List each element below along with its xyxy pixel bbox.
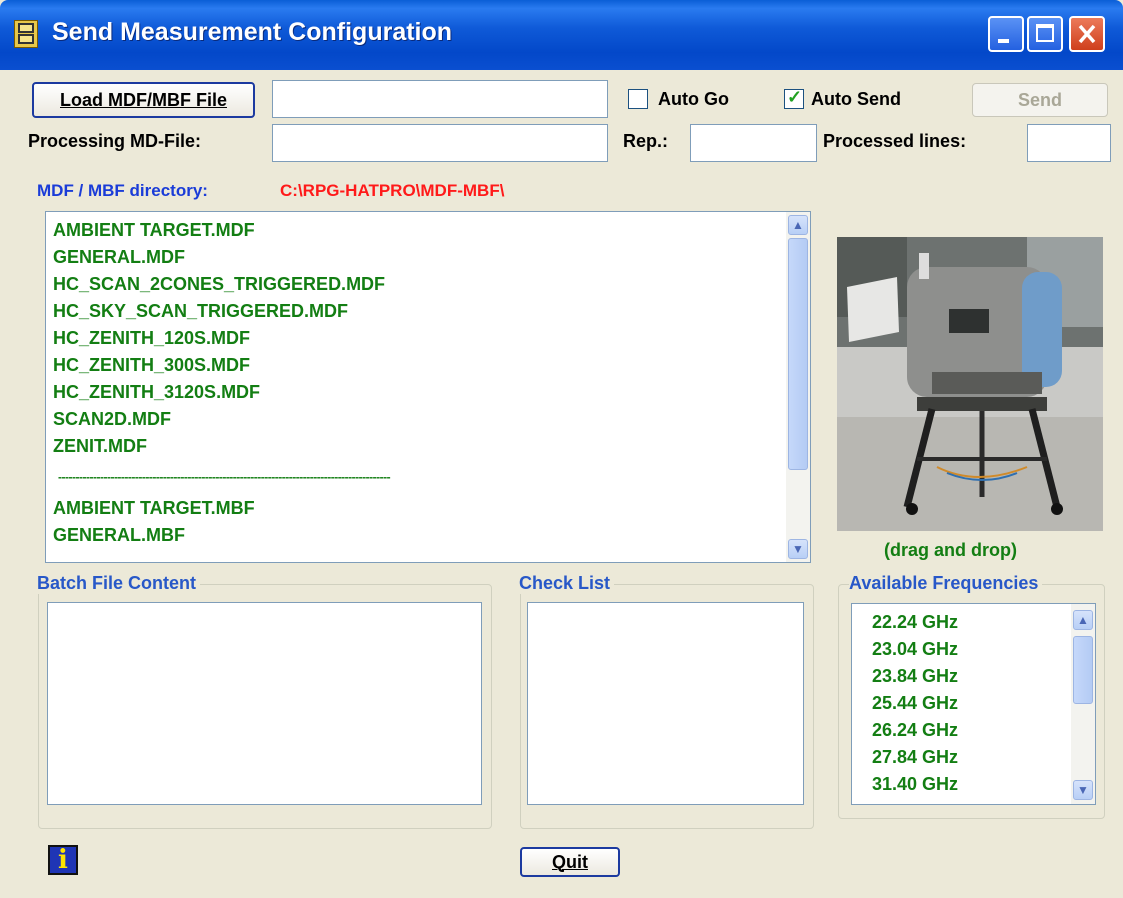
frequencies-title: Available Frequencies [849, 573, 1043, 594]
maximize-button[interactable] [1027, 16, 1063, 52]
rpg-logo-icon[interactable] [14, 20, 38, 48]
batch-file-content[interactable] [47, 602, 482, 805]
list-item[interactable]: AMBIENT TARGET.MBF [53, 498, 255, 519]
list-item[interactable]: AMBIENT TARGET.MDF [53, 220, 255, 241]
processing-md-file-label: Processing MD-File: [28, 131, 202, 151]
load-file-button[interactable]: Load MDF/MBF File [32, 82, 255, 118]
list-separator[interactable]: ----------------------------------------… [58, 470, 391, 484]
directory-label: MDF / MBF directory: [37, 181, 208, 200]
list-item[interactable]: 23.04 GHz [872, 639, 958, 660]
info-icon[interactable]: i [48, 845, 78, 875]
list-item[interactable]: HC_ZENITH_300S.MDF [53, 355, 250, 376]
drag-drop-caption: (drag and drop) [884, 540, 1017, 560]
minimize-icon [998, 39, 1009, 43]
frequencies-list[interactable]: 22.24 GHz 23.04 GHz 23.84 GHz 25.44 GHz … [851, 603, 1096, 805]
radiometer-image [837, 237, 1103, 531]
list-item[interactable]: 22.24 GHz [872, 612, 958, 633]
list-item[interactable]: GENERAL.MBF [53, 525, 185, 546]
scroll-thumb[interactable] [1073, 636, 1093, 704]
auto-send-label[interactable]: Auto Send [811, 89, 901, 110]
maximize-icon [1036, 24, 1054, 42]
list-item[interactable]: GENERAL.MDF [53, 247, 185, 268]
list-item[interactable]: SCAN2D.MDF [53, 409, 171, 430]
list-item[interactable]: HC_ZENITH_3120S.MDF [53, 382, 260, 403]
quit-button-label: Quit [552, 851, 588, 872]
check-list-title: Check List [519, 573, 615, 594]
directory-path: C:\RPG-HATPRO\MDF-MBF\ [280, 181, 505, 200]
rep-label: Rep.: [623, 131, 668, 151]
check-list[interactable] [527, 602, 804, 805]
title-bar[interactable]: Send Measurement Configuration [0, 0, 1123, 70]
window-title: Send Measurement Configuration [52, 18, 453, 46]
processed-lines-field[interactable] [1027, 124, 1111, 162]
mdf-file-list[interactable]: AMBIENT TARGET.MDF GENERAL.MDF HC_SCAN_2… [45, 211, 811, 563]
scroll-down-icon[interactable]: ▼ [1073, 780, 1093, 800]
close-icon [1078, 24, 1096, 44]
list-item[interactable]: 26.24 GHz [872, 720, 958, 741]
instrument-photo[interactable] [837, 237, 1103, 531]
auto-send-checkbox[interactable]: ✓ [784, 87, 804, 109]
scroll-up-icon[interactable]: ▲ [788, 215, 808, 235]
list-item[interactable]: ZENIT.MDF [53, 436, 147, 457]
scroll-down-icon[interactable]: ▼ [788, 539, 808, 559]
processing-md-file-field[interactable] [272, 124, 608, 162]
file-list-scrollbar[interactable]: ▲ ▼ [786, 212, 810, 562]
list-item[interactable]: 25.44 GHz [872, 693, 958, 714]
scroll-thumb[interactable] [788, 238, 808, 470]
batch-file-title: Batch File Content [37, 573, 201, 594]
close-button[interactable] [1069, 16, 1105, 52]
send-button[interactable]: Send [972, 83, 1108, 117]
rep-field[interactable] [690, 124, 817, 162]
list-item[interactable]: HC_SKY_SCAN_TRIGGERED.MDF [53, 301, 348, 322]
list-item[interactable]: 23.84 GHz [872, 666, 958, 687]
minimize-button[interactable] [988, 16, 1024, 52]
scroll-up-icon[interactable]: ▲ [1073, 610, 1093, 630]
auto-go-label[interactable]: Auto Go [658, 89, 729, 110]
list-item[interactable]: 27.84 GHz [872, 747, 958, 768]
processed-lines-label: Processed lines: [823, 131, 967, 151]
checkmark-icon: ✓ [787, 87, 803, 107]
list-item[interactable]: HC_ZENITH_120S.MDF [53, 328, 250, 349]
load-file-field[interactable] [272, 80, 608, 118]
main-window: Send Measurement Configuration Load MDF/… [0, 0, 1123, 898]
list-item[interactable]: 31.40 GHz [872, 774, 958, 795]
auto-go-checkbox[interactable] [628, 89, 648, 109]
frequencies-scrollbar[interactable]: ▲ ▼ [1071, 604, 1095, 804]
load-file-button-label: Load MDF/MBF File [60, 89, 227, 110]
quit-button[interactable]: Quit [520, 847, 620, 877]
list-item[interactable]: HC_SCAN_2CONES_TRIGGERED.MDF [53, 274, 385, 295]
